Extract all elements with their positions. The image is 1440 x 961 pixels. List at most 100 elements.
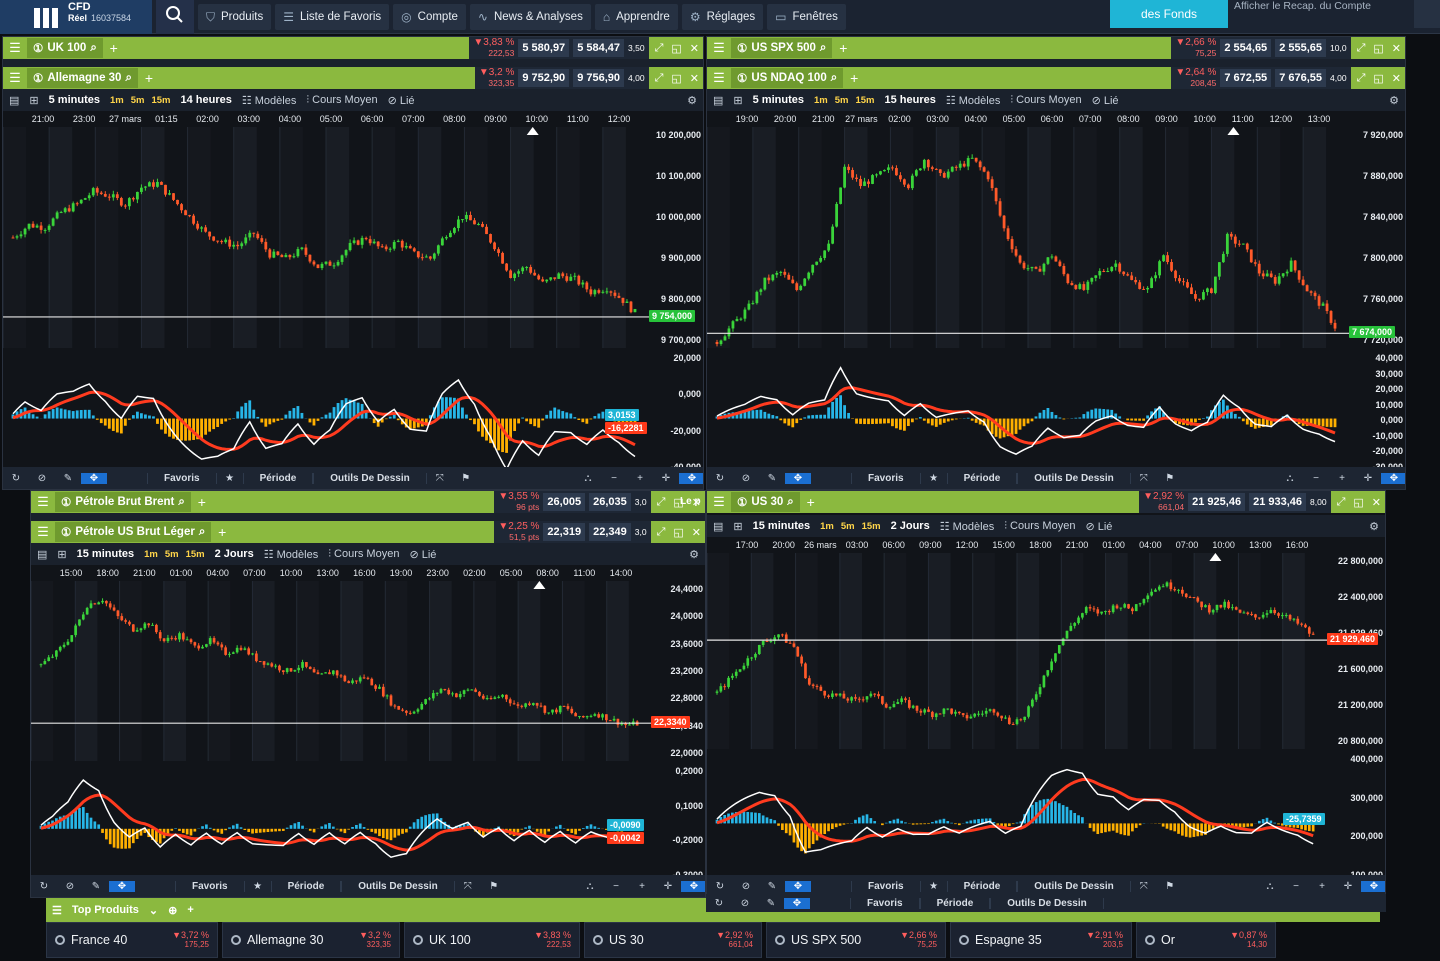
add-icon[interactable]: + — [832, 40, 854, 56]
menu-icon[interactable]: ☰ — [3, 67, 27, 89]
period-selector[interactable]: 15 minutes — [753, 520, 810, 532]
compare-icon[interactable]: ⤧ — [1131, 881, 1157, 892]
cancel-icon[interactable]: ⊘ — [732, 898, 758, 909]
layout-icon[interactable]: ▤ — [713, 520, 723, 533]
refresh-icon[interactable]: ↻ — [31, 881, 57, 892]
instrument-selector[interactable]: ① US SPX 500 ⌕ — [731, 38, 833, 58]
settings-icon[interactable]: ⚙ — [689, 548, 699, 561]
instrument-selector[interactable]: ① US 30 ⌕ — [731, 492, 800, 512]
timeframe-1m[interactable]: 1m — [144, 549, 158, 560]
pencil-icon[interactable]: ✎ — [83, 881, 109, 892]
close-icon[interactable]: ✕ — [692, 526, 701, 539]
search-button[interactable] — [156, 0, 194, 34]
star-icon[interactable]: ★ — [217, 473, 243, 484]
macd-chart[interactable] — [707, 753, 1327, 881]
footer-drawing-tools[interactable]: Outils De Dessin — [1017, 472, 1131, 484]
add-icon[interactable]: + — [187, 904, 193, 916]
refresh-icon[interactable]: ↻ — [707, 473, 733, 484]
timeframe-15m[interactable]: 15m — [862, 521, 881, 532]
timeframe-1m[interactable]: 1m — [820, 521, 834, 532]
grid-icon[interactable]: ⊞ — [733, 94, 742, 107]
menu-icon[interactable]: ☰ — [31, 521, 55, 543]
pan-icon[interactable]: ✥ — [1361, 880, 1385, 892]
tool-link[interactable]: ⊘ Lié — [388, 94, 415, 107]
sell-price[interactable]: 7 672,55 — [1220, 69, 1272, 87]
tool-models[interactable]: ☷ Modèles — [946, 94, 1001, 107]
nav-news-analyses[interactable]: ∿ News & Analyses — [469, 4, 591, 30]
tool-average[interactable]: ⫶ Cours Moyen — [1004, 520, 1075, 533]
footer-favorites[interactable]: Favoris — [175, 880, 245, 892]
menu-icon[interactable]: ☰ — [707, 491, 731, 513]
add-icon[interactable]: + — [843, 70, 865, 86]
sell-price[interactable]: 26,005 — [543, 493, 586, 511]
price-chart[interactable] — [707, 127, 1349, 348]
zoom-in-icon[interactable]: + — [629, 881, 655, 892]
ticker-item[interactable]: US 30 ▼2,92 % 661,04 — [584, 922, 762, 958]
timeframe-5m[interactable]: 5m — [131, 95, 145, 106]
tool-models[interactable]: ☷ Modèles — [242, 94, 297, 107]
close-icon[interactable]: ✕ — [1392, 72, 1401, 85]
timeframe-15m[interactable]: 15m — [855, 95, 874, 106]
pan-icon[interactable]: ✥ — [681, 880, 705, 892]
zoom-in-icon[interactable]: + — [1309, 881, 1335, 892]
range-selector[interactable]: 15 heures — [884, 94, 935, 106]
move-icon[interactable]: ✛ — [1335, 881, 1361, 892]
move-icon[interactable]: ✛ — [655, 881, 681, 892]
price-chart[interactable] — [3, 127, 649, 348]
pencil-icon[interactable]: ✎ — [758, 898, 784, 909]
pencil-icon[interactable]: ✎ — [759, 881, 785, 892]
macd-chart[interactable] — [707, 352, 1349, 473]
close-icon[interactable]: ✕ — [690, 72, 699, 85]
cancel-icon[interactable]: ⊘ — [29, 473, 55, 484]
settings-icon[interactable]: ⚙ — [687, 94, 697, 107]
star-icon[interactable]: ★ — [245, 881, 271, 892]
layout-icon[interactable]: ▤ — [713, 94, 723, 107]
footer-drawing-tools[interactable]: Outils De Dessin — [1017, 880, 1131, 892]
grid-icon[interactable]: ⊞ — [29, 94, 38, 107]
pan-icon[interactable]: ✥ — [679, 472, 703, 484]
sell-price[interactable]: 9 752,90 — [518, 69, 570, 87]
ticker-item[interactable]: Or ▼0,87 % 14,30 — [1136, 922, 1276, 958]
settings-icon[interactable]: ⚙ — [1389, 94, 1399, 107]
zoom-in-icon[interactable]: + — [1329, 473, 1355, 484]
nav-fen-tres[interactable]: ▭ Fenêtres — [767, 4, 846, 30]
zoom-out-icon[interactable]: − — [1303, 473, 1329, 484]
ticker-item[interactable]: UK 100 ▼3,83 % 222,53 — [404, 922, 580, 958]
expand-icon[interactable]: ⤢ — [657, 526, 666, 539]
timeframe-1m[interactable]: 1m — [110, 95, 124, 106]
buy-price[interactable]: 5 584,47 — [573, 39, 625, 57]
ticker-item[interactable]: Espagne 35 ▼2,91 % 203,5 — [950, 922, 1132, 958]
timeframe-5m[interactable]: 5m — [165, 549, 179, 560]
timeframe-15m[interactable]: 15m — [186, 549, 205, 560]
sell-price[interactable]: 2 554,65 — [1220, 39, 1272, 57]
instrument-selector[interactable]: ① Pétrole Brut Brent ⌕ — [55, 492, 191, 512]
restore-icon[interactable]: ◱ — [1373, 42, 1383, 55]
crosshair-icon[interactable]: ✥ — [785, 880, 811, 892]
grid-icon[interactable]: ⊞ — [57, 548, 66, 561]
expand-icon[interactable]: ⤢ — [1357, 42, 1366, 55]
crosshair-icon[interactable]: ✥ — [81, 472, 107, 484]
star-icon[interactable]: ★ — [921, 473, 947, 484]
footer-drawing-tools[interactable]: Outils De Dessin — [341, 880, 455, 892]
instrument-selector[interactable]: ① US NDAQ 100 ⌕ — [731, 68, 844, 88]
crosshair-icon[interactable]: ✥ — [109, 880, 135, 892]
pan-icon[interactable]: ✥ — [1381, 472, 1405, 484]
period-selector[interactable]: 5 minutes — [49, 94, 100, 106]
range-selector[interactable]: 2 Jours — [215, 548, 254, 560]
footer-label[interactable]: Outils De Dessin — [990, 897, 1104, 909]
timeframe-15m[interactable]: 15m — [151, 95, 170, 106]
flag-icon[interactable]: ⚑ — [481, 881, 507, 892]
tool-average[interactable]: ⫶ Cours Moyen — [306, 94, 377, 107]
restore-icon[interactable]: ◱ — [1353, 496, 1363, 509]
compare-icon[interactable]: ⤧ — [455, 881, 481, 892]
top-products-label[interactable]: Top Produits — [72, 904, 139, 916]
tool-average[interactable]: ⫶ Cours Moyen — [1010, 94, 1081, 107]
cancel-icon[interactable]: ⊘ — [57, 881, 83, 892]
add-icon[interactable]: + — [800, 494, 822, 510]
footer-period[interactable]: Période — [946, 880, 1018, 892]
layout-icon[interactable]: ▤ — [37, 548, 47, 561]
settings-icon[interactable]: ⚙ — [1369, 520, 1379, 533]
nav-apprendre[interactable]: ⌂ Apprendre — [594, 4, 678, 30]
ticker-item[interactable]: Allemagne 30 ▼3,2 % 323,35 — [222, 922, 400, 958]
buy-price[interactable]: 21 933,46 — [1249, 493, 1307, 511]
